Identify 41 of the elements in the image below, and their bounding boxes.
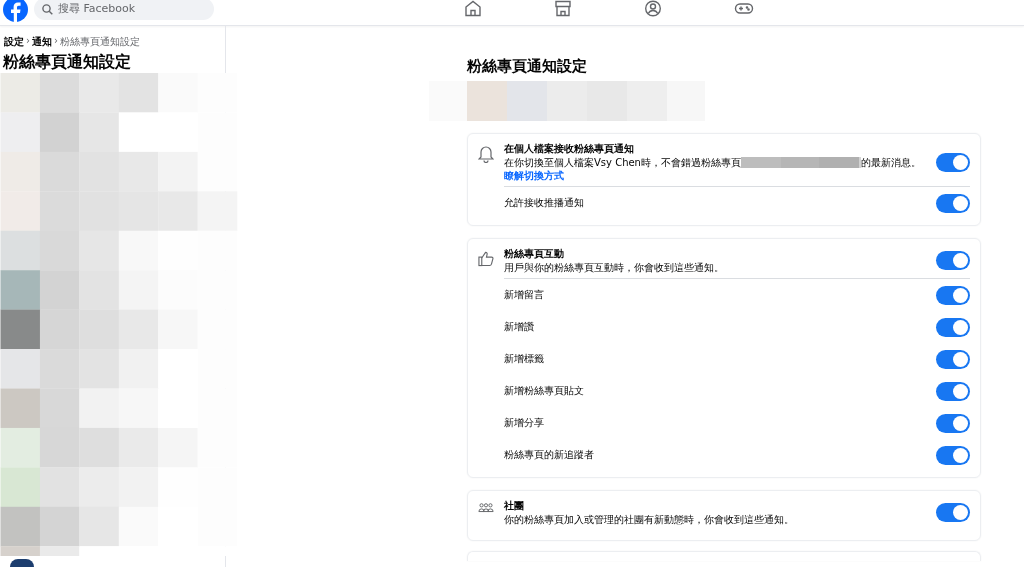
setting-description: 在你切換至個人檔案Vsy Chen時，不會錯過粉絲專頁 的最新消息。 瞭解切換方式 — [504, 156, 922, 182]
search-field[interactable]: 搜尋 Facebook — [34, 0, 214, 20]
toggle-switch[interactable] — [936, 413, 970, 433]
bell-icon — [478, 145, 494, 163]
toggle-switch[interactable] — [936, 251, 970, 270]
toggle-switch[interactable] — [936, 445, 970, 465]
setting-title: 社團 — [504, 499, 525, 513]
toggle-switch[interactable] — [936, 152, 970, 172]
setting-description: 用戶與你的粉絲專頁互動時，你會收到這些通知。 — [504, 261, 725, 274]
learn-more-link[interactable]: 瞭解切換方式 — [504, 170, 564, 181]
setting-title: 在個人檔案接收粉絲專頁通知 — [504, 142, 635, 156]
setting-label: 新增留言 — [504, 288, 544, 302]
breadcrumb-link[interactable]: 設定 — [4, 35, 24, 49]
setting-label: 新增讚 — [504, 320, 534, 334]
section-title: 粉絲專頁通知設定 — [467, 56, 588, 76]
setting-title: 粉絲專頁互動 — [504, 247, 565, 261]
breadcrumb-separator: › — [26, 35, 30, 48]
breadcrumb-separator: › — [54, 35, 58, 48]
avatar — [10, 559, 34, 567]
toggle-switch[interactable] — [936, 193, 970, 213]
user-circle-icon[interactable] — [644, 0, 662, 17]
toggle-switch[interactable] — [936, 503, 970, 522]
store-icon[interactable] — [554, 0, 572, 17]
setting-label: 新增粉絲專頁貼文 — [504, 384, 584, 398]
home-icon[interactable] — [464, 0, 482, 17]
toggle-switch[interactable] — [936, 285, 970, 305]
setting-label: 粉絲專頁的新追蹤者 — [504, 448, 594, 462]
thumbs-up-icon — [478, 250, 494, 267]
toggle-switch[interactable] — [936, 381, 970, 401]
setting-label: 新增標籤 — [504, 352, 544, 366]
page-title: 粉絲專頁通知設定 — [3, 52, 132, 72]
setting-label: 允許接收推播通知 — [504, 196, 584, 210]
setting-label: 新增分享 — [504, 416, 544, 430]
setting-description: 你的粉絲專頁加入或管理的社團有新動態時，你會收到這些通知。 — [504, 513, 795, 526]
toggle-switch[interactable] — [936, 317, 970, 337]
breadcrumb-link[interactable]: 通知 — [32, 35, 52, 49]
breadcrumb-link[interactable]: 粉絲專頁通知設定 — [60, 35, 140, 49]
search-icon — [42, 3, 53, 15]
game-controller-icon[interactable] — [734, 0, 754, 17]
group-icon — [478, 502, 494, 514]
toggle-switch[interactable] — [936, 349, 970, 369]
